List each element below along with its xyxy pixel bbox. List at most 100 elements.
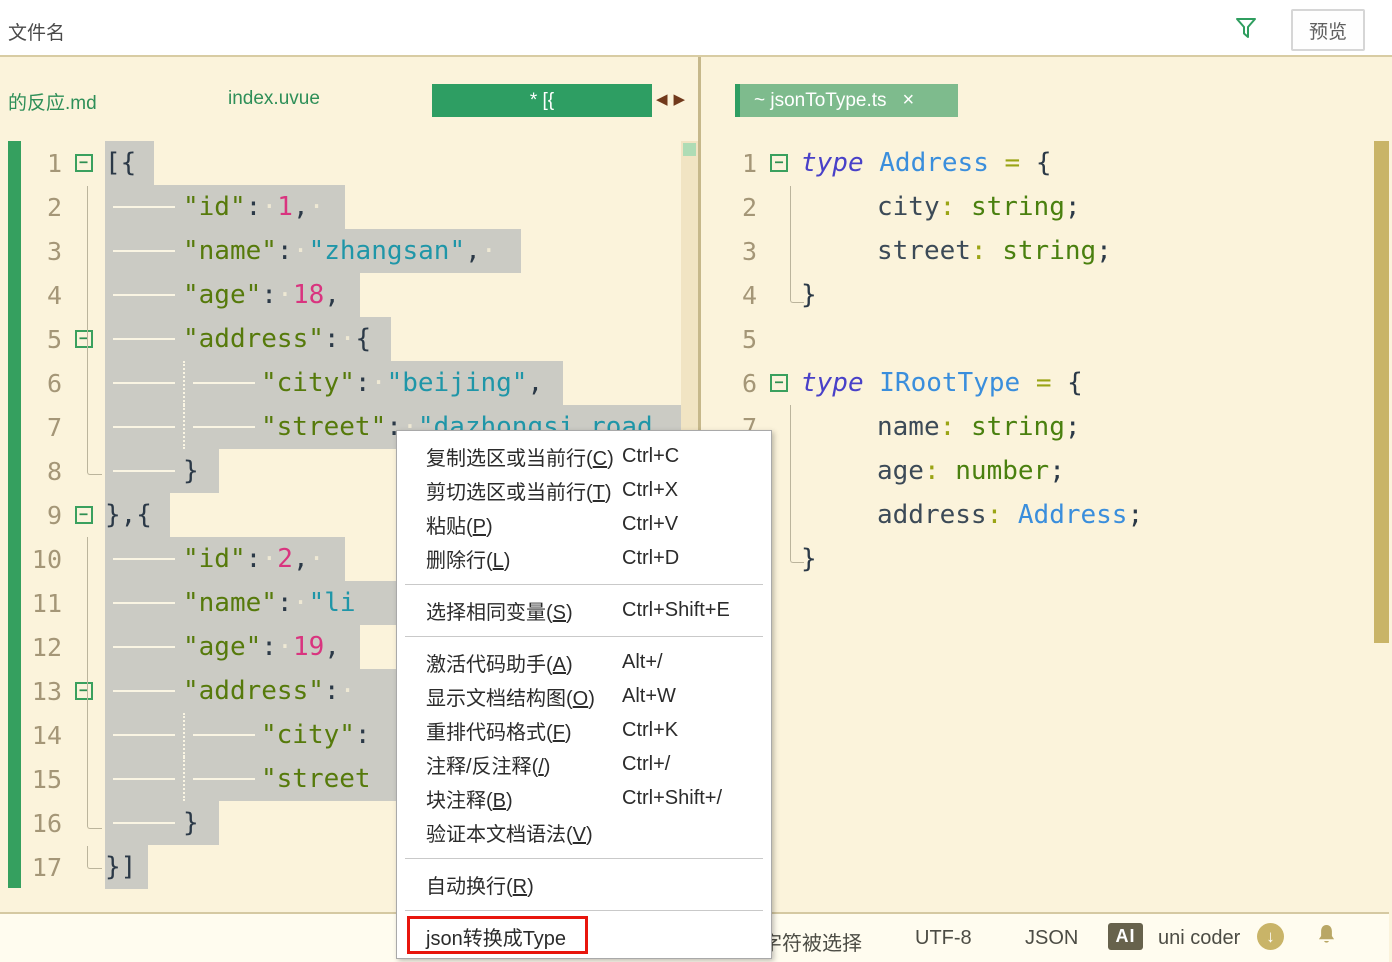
menu-item-label: 复制选区或当前行(C) [397,442,622,471]
token: = [1005,141,1021,185]
code-text: type IRootType = { [801,361,1083,405]
token: = [1036,361,1052,405]
line-number: 2 [8,193,62,222]
right-scrollbar-thumb[interactable] [1374,141,1389,643]
menu-item-label: 激活代码助手(A) [397,648,622,677]
filter-funnel-icon[interactable] [1235,17,1257,46]
line-number: 14 [8,721,62,750]
gutter: − [757,154,801,172]
tab-indent-marker [105,449,183,493]
token [987,229,1003,273]
code-line: 3"name":·"zhangsan",· [8,229,681,273]
menu-item-label: 删除行(L) [397,544,622,573]
indent [801,449,877,493]
code-text: type Address = { [801,141,1051,185]
menu-item-2[interactable]: 粘贴(P)Ctrl+V [397,507,771,541]
download-update-icon[interactable]: ↓ [1257,923,1284,950]
code-line: 2city: string; [701,185,1373,229]
menu-item-3[interactable]: 删除行(L)Ctrl+D [397,541,771,575]
menu-item-0[interactable]: 复制选区或当前行(C)Ctrl+C [397,439,771,473]
code-text: "address":· [105,669,426,713]
tab-md-file[interactable]: 的反应.md [8,88,97,115]
token: name [877,405,940,449]
token: "id" [183,185,246,229]
whitespace-dot: · [293,588,309,618]
tab-indent-marker [105,669,183,713]
menu-item-9[interactable]: 重排代码格式(F)Ctrl+K [397,713,771,747]
uni-coder-label[interactable]: uni coder [1158,927,1240,950]
token [955,185,971,229]
line-number: 6 [8,369,62,398]
token [940,449,956,493]
token: }] [105,845,136,889]
fold-marker-icon[interactable]: − [75,506,93,524]
whitespace-dot: · [261,192,277,222]
tab-scroll-arrows[interactable]: ◀▶ [656,90,691,108]
line-number: 11 [8,589,62,618]
top-bar [0,0,1392,57]
menu-item-shortcut: Ctrl+C [622,445,771,468]
line-number: 16 [8,809,62,838]
tab-jsontotype-label: ~ jsonToType.ts [740,90,887,112]
token: : [261,273,277,317]
tab-scroll-left-icon[interactable]: ◀ [656,91,674,108]
whitespace-dot: · [293,236,309,266]
selection-highlight: }] [105,845,148,889]
menu-item-12[interactable]: 验证本文档语法(V) [397,815,771,849]
notification-bell-icon[interactable] [1316,923,1337,952]
preview-button[interactable]: 预览 [1291,9,1365,51]
code-line: 5−"address":·{ [8,317,681,361]
token: type [801,361,864,405]
fold-marker-icon[interactable]: − [75,682,93,700]
filename-label: 文件名 [8,18,65,45]
code-text: "age":·19, [105,625,360,669]
menu-item-10[interactable]: 注释/反注释(/)Ctrl+/ [397,747,771,781]
tab-active-json[interactable]: * [{ [432,84,652,117]
fold-guide-corner [790,288,804,303]
right-code-pane[interactable]: 1−type Address = {2city: string;3street:… [701,141,1373,911]
left-scrollbar-thumb[interactable] [683,143,696,156]
token: : [277,581,293,625]
token: { [1036,141,1052,185]
token [1051,361,1067,405]
menu-item-label: 块注释(B) [397,784,622,813]
fold-marker-icon[interactable]: − [770,154,788,172]
tab-jsontotype-ts[interactable]: ~ jsonToType.ts × [735,84,958,117]
fold-guide [87,186,88,458]
tab-indent-marker [105,757,183,801]
token: : [971,229,987,273]
menu-item-14[interactable]: 自动换行(R) [397,867,771,901]
token: : [924,449,940,493]
selection-highlight: "address":· [105,669,426,713]
token: city [877,185,940,229]
close-icon[interactable]: × [903,89,915,112]
fold-marker-icon[interactable]: − [75,154,93,172]
ai-badge[interactable]: AI [1108,923,1143,950]
code-line: 6"city":·"beijing", [8,361,681,405]
menu-item-label: 粘贴(P) [397,510,622,539]
whitespace-dot: · [481,236,497,266]
fold-guide-corner [87,846,102,869]
menu-item-label: 注释/反注释(/) [397,750,622,779]
tab-index-uvue[interactable]: index.uvue [228,88,320,110]
menu-item-11[interactable]: 块注释(B)Ctrl+Shift+/ [397,781,771,815]
language-indicator[interactable]: JSON [1025,927,1078,950]
token: "street" [261,405,386,449]
token: { [356,317,372,361]
preview-button-label: 预览 [1309,17,1347,44]
tab-indent-marker [105,229,183,273]
line-number: 6 [701,369,757,398]
token: Address [879,141,989,185]
menu-item-7[interactable]: 激活代码助手(A)Alt+/ [397,645,771,679]
tab-scroll-right-icon[interactable]: ▶ [674,91,692,108]
encoding-indicator[interactable]: UTF-8 [915,927,972,950]
indent [801,493,877,537]
menu-item-1[interactable]: 剪切选区或当前行(T)Ctrl+X [397,473,771,507]
fold-marker-icon[interactable]: − [770,374,788,392]
code-text: } [105,801,219,845]
code-text: }] [105,845,148,889]
menu-item-5[interactable]: 选择相同变量(S)Ctrl+Shift+E [397,593,771,627]
tab-indent-marker [183,713,261,757]
fold-marker-icon[interactable]: − [75,330,93,348]
menu-item-8[interactable]: 显示文档结构图(O)Alt+W [397,679,771,713]
